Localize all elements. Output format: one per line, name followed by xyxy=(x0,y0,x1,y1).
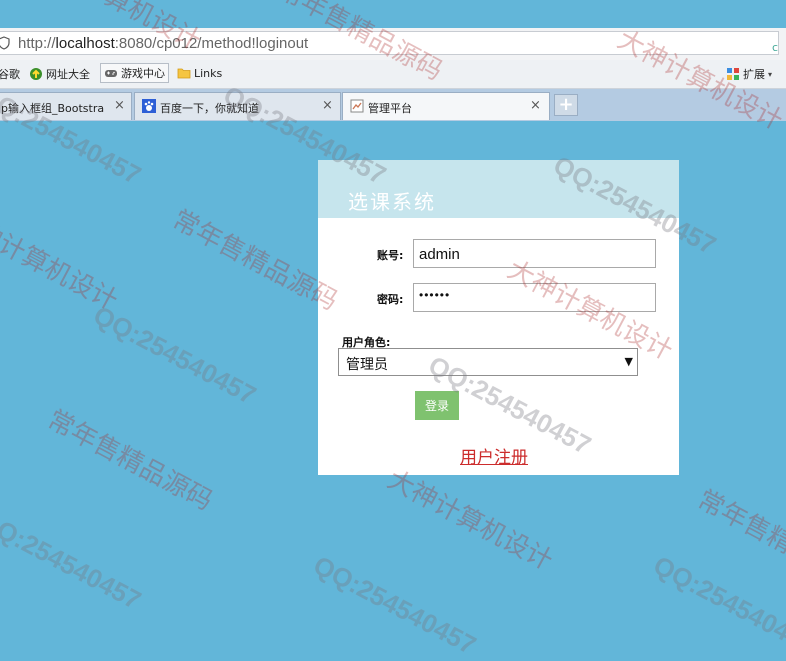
new-tab-button[interactable]: + xyxy=(554,94,578,116)
shield-icon xyxy=(0,36,10,50)
gamepad-icon xyxy=(105,70,117,77)
login-panel-header: 选课系统 xyxy=(318,160,679,218)
bookmark-links[interactable]: Links xyxy=(177,66,222,80)
folder-icon xyxy=(177,68,191,79)
extensions-button[interactable]: 扩展 ▾ xyxy=(726,66,772,82)
username-label: 账号: xyxy=(377,249,404,262)
username-input[interactable] xyxy=(413,239,656,268)
address-bar[interactable]: http://localhost:8080/cp012/method!login… xyxy=(0,31,779,55)
watermark-text: QQ:254540457 xyxy=(648,549,786,661)
login-panel: 选课系统 账号: 密码: •••••• 用户角色: 管理员 ▼ 登录 用户注册 xyxy=(318,160,679,475)
password-input[interactable]: •••••• xyxy=(413,283,656,312)
role-select[interactable]: 管理员 ▼ xyxy=(338,348,638,376)
tab-title: 管理平台 xyxy=(368,102,412,115)
bookmark-site-directory[interactable]: 网址大全 xyxy=(29,66,90,82)
watermark-text: QQ:254540457 xyxy=(308,549,482,661)
register-link[interactable]: 用户注册 xyxy=(460,443,528,468)
close-icon[interactable]: × xyxy=(530,98,541,113)
tab-strip: p输入框组_Bootstra × 百度一下，你就知道 × 管理平台 × + xyxy=(0,89,786,121)
tab-title: p输入框组_Bootstra xyxy=(1,102,105,115)
page-icon xyxy=(350,99,364,113)
url-text[interactable]: http://localhost:8080/cp012/method!login… xyxy=(18,35,308,52)
bookmark-google[interactable]: 谷歌 xyxy=(0,66,20,82)
watermark-text: 常年售精品源码 xyxy=(42,404,218,517)
password-label: 密码: xyxy=(377,293,404,306)
watermark-text: 常年售精品源码 xyxy=(692,484,786,597)
login-button[interactable]: 登录 xyxy=(415,391,459,420)
tab-title: 百度一下，你就知道 xyxy=(160,102,259,115)
extensions-icon xyxy=(727,68,739,80)
watermark-text: QQ:254540457 xyxy=(88,299,262,411)
bookmark-game-center[interactable]: 游戏中心 xyxy=(100,63,169,83)
watermark-text: 大神计算机设计 xyxy=(0,204,123,317)
tab-admin-platform[interactable]: 管理平台 × xyxy=(342,92,550,120)
chevron-down-icon: ▾ xyxy=(768,69,773,79)
watermark-text: 大神计算机设计 xyxy=(382,464,558,577)
tab-bootstrap[interactable]: p输入框组_Bootstra × xyxy=(0,92,132,120)
chevron-down-icon: ▼ xyxy=(624,355,633,368)
address-bar-row: http://localhost:8080/cp012/method!login… xyxy=(0,28,786,60)
site-directory-icon xyxy=(30,68,42,80)
login-title: 选课系统 xyxy=(348,190,436,214)
close-icon[interactable]: × xyxy=(114,98,125,113)
close-icon[interactable]: × xyxy=(322,98,333,113)
reader-icon[interactable]: c xyxy=(772,41,778,54)
baidu-paw-icon xyxy=(142,99,156,113)
role-selected-value: 管理员 xyxy=(346,357,388,373)
watermark-text: QQ:254540457 xyxy=(0,504,147,616)
bookmarks-bar: 谷歌 网址大全 游戏中心 Links 扩展 ▾ xyxy=(0,60,786,89)
tab-baidu[interactable]: 百度一下，你就知道 × xyxy=(134,92,341,120)
